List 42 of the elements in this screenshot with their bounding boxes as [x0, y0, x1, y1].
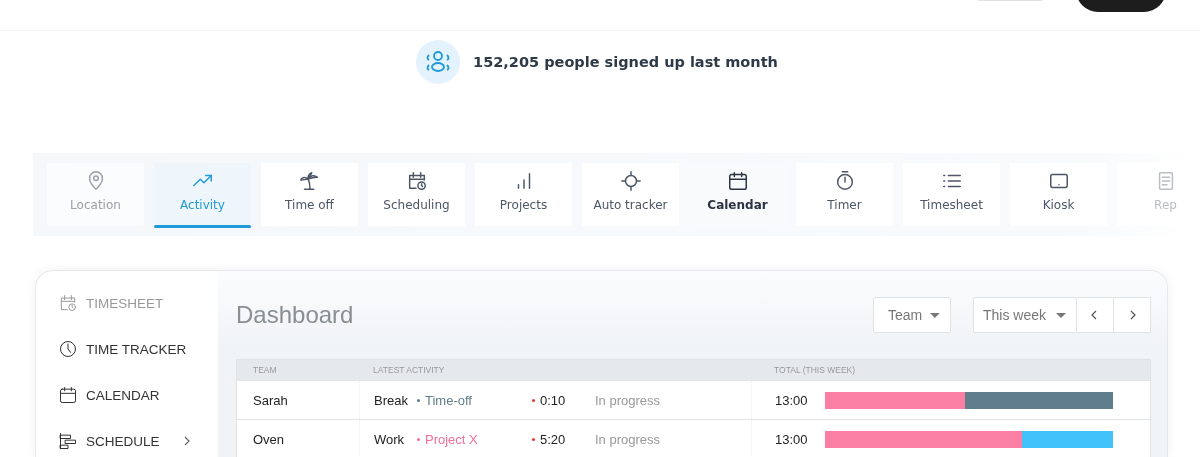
feature-tab[interactable]: Auto tracker: [582, 163, 679, 226]
sidebar-item[interactable]: SCHEDULE: [36, 431, 218, 451]
clock-icon: [58, 339, 78, 359]
crosshair-icon: [619, 170, 642, 192]
activity-tag: Project X: [425, 431, 478, 447]
previous-button[interactable]: [1077, 297, 1114, 333]
member-name: Sarah: [252, 392, 289, 408]
activity-time: 5:20: [540, 431, 567, 447]
dashboard-title: Dashboard: [236, 301, 354, 329]
caret-down-icon: [930, 312, 940, 318]
activity-status: In progress: [595, 392, 661, 408]
calendar-icon: [726, 170, 749, 192]
feature-tab[interactable]: Timer: [796, 163, 893, 226]
activity-tag: Time-off: [425, 392, 472, 408]
activity-time: 0:10: [540, 392, 567, 408]
next-button[interactable]: [1114, 297, 1151, 333]
calendar-icon: [58, 385, 78, 405]
calendar-clock-icon: [58, 293, 78, 313]
sidebar-item[interactable]: CALENDAR: [36, 385, 218, 405]
recording-dot: [532, 437, 535, 441]
column-header: LATEST ACTIVITY: [372, 364, 446, 377]
palm-tree-icon: [298, 170, 321, 192]
people-icon: [416, 40, 461, 84]
dropdown[interactable]: Team: [873, 297, 951, 333]
caret-down-icon: [1056, 312, 1066, 318]
dropdown[interactable]: This week: [973, 297, 1077, 333]
feature-tab[interactable]: Kiosk: [1010, 163, 1107, 226]
feature-tab[interactable]: Scheduling: [368, 163, 465, 226]
activity-type: Work: [374, 431, 404, 447]
column-header: TOTAL (THIS WEEK): [773, 364, 857, 377]
total-hours: 13:00: [775, 431, 809, 447]
column-header: TEAM: [252, 365, 278, 375]
feature-tab[interactable]: Timesheet: [903, 163, 1000, 226]
feature-tab[interactable]: Time off: [261, 163, 358, 226]
sidebar-item[interactable]: TIME TRACKER: [36, 339, 218, 359]
member-name: Oven: [252, 431, 286, 447]
signup-count-text: 152,205 people signed up last month: [473, 54, 778, 70]
schedule-icon: [58, 431, 78, 451]
total-hours: 13:00: [775, 392, 809, 408]
activity-status: In progress: [595, 431, 661, 447]
recording-dot: [532, 398, 535, 402]
feature-tab[interactable]: Projects: [475, 163, 572, 226]
